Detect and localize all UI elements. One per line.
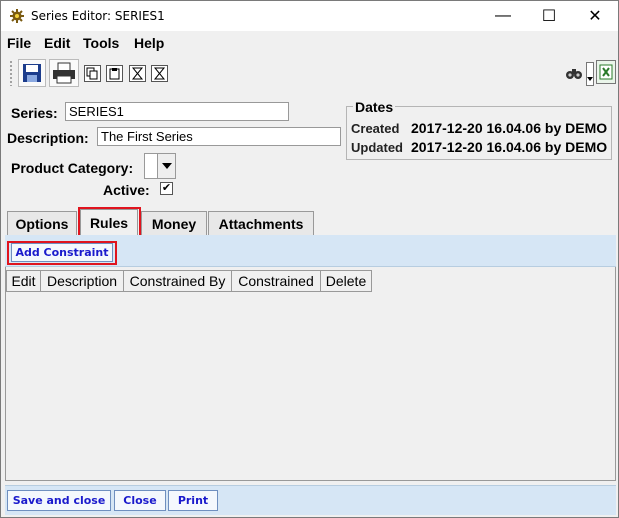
menu-help[interactable]: Help [134,35,164,51]
print-footer-button[interactable]: Print [168,490,218,511]
column-description-label: Description [46,273,118,289]
hourglass-icon [153,67,166,80]
print-button[interactable] [49,59,79,87]
active-checkbox[interactable]: ✔ [160,182,173,195]
print-icon [53,62,75,84]
created-value: 2017-12-20 16.04.06 by DEMO [411,120,608,136]
hourglass-icon [131,67,144,80]
save-and-close-label: Save and close [12,494,106,507]
chevron-down-icon [161,163,172,169]
maximize-button[interactable]: ☐ [526,1,572,31]
add-constraint-highlight [7,241,117,265]
print-label: Print [177,494,209,507]
toolbar [1,56,618,92]
find-dropdown[interactable] [586,62,594,86]
copy-button[interactable] [84,65,101,82]
dates-group-title: Dates [353,99,396,115]
description-input[interactable]: The First Series [97,127,341,146]
series-editor-window: Series Editor: SERIES1 — ☐ ✕ File Edit T… [0,0,619,518]
close-label: Close [123,494,157,507]
created-label: Created [351,121,400,136]
column-edit-label: Edit [11,273,36,289]
paste-icon [109,68,120,80]
menu-edit[interactable]: Edit [44,35,70,51]
active-label: Active: [103,182,150,198]
hourglass-button-2[interactable] [151,65,168,82]
column-edit[interactable]: Edit [6,270,41,292]
binoculars-icon [566,69,582,79]
menu-file[interactable]: File [7,35,31,51]
close-icon: ✕ [588,8,602,25]
save-and-close-button[interactable]: Save and close [7,490,111,511]
tab-money-label: Money [151,215,197,232]
series-label: Series: [11,105,58,121]
updated-value: 2017-12-20 16.04.06 by DEMO [411,139,608,155]
tab-attachments-label: Attachments [218,215,304,232]
menu-tools[interactable]: Tools [83,35,119,51]
maximize-icon: ☐ [541,8,557,25]
column-description[interactable]: Description [41,270,124,292]
product-category-label: Product Category: [11,160,134,176]
tab-options-label: Options [15,215,69,232]
hourglass-button-1[interactable] [129,65,146,82]
tab-money[interactable]: Money [141,211,207,235]
constraints-table-body[interactable] [6,292,615,479]
updated-label: Updated [351,140,403,155]
menu-bar: File Edit Tools Help [1,32,618,54]
tab-attachments[interactable]: Attachments [208,211,314,235]
tab-options[interactable]: Options [7,211,77,235]
toolbar-grip[interactable] [9,60,13,86]
close-button[interactable]: Close [114,490,166,511]
column-delete[interactable]: Delete [321,270,372,292]
column-delete-label: Delete [325,273,367,289]
column-constrained-label: Constrained [238,273,314,289]
series-input[interactable]: SERIES1 [65,102,289,121]
dropdown-arrow-icon [587,77,593,81]
description-label: Description: [7,130,89,146]
minimize-icon: — [495,7,511,24]
column-constrained-by-label: Constrained By [129,273,226,289]
save-icon [23,64,41,82]
dropdown-button[interactable] [157,154,175,178]
column-constrained[interactable]: Constrained [232,270,321,292]
constraints-table-header: Edit Description Constrained By Constrai… [6,270,372,292]
product-category-select[interactable] [144,153,176,179]
minimize-button[interactable]: — [480,1,526,31]
title-bar[interactable]: Series Editor: SERIES1 — ☐ ✕ [1,1,618,31]
close-window-button[interactable]: ✕ [572,1,618,31]
find-button[interactable] [564,63,584,83]
export-button[interactable] [596,60,616,84]
gear-icon [10,9,24,23]
export-icon [599,64,613,80]
check-icon: ✔ [161,182,172,194]
paste-button[interactable] [106,65,123,82]
column-constrained-by[interactable]: Constrained By [124,270,232,292]
window-title: Series Editor: SERIES1 [31,9,165,23]
save-button[interactable] [18,59,46,87]
copy-icon [86,67,98,80]
